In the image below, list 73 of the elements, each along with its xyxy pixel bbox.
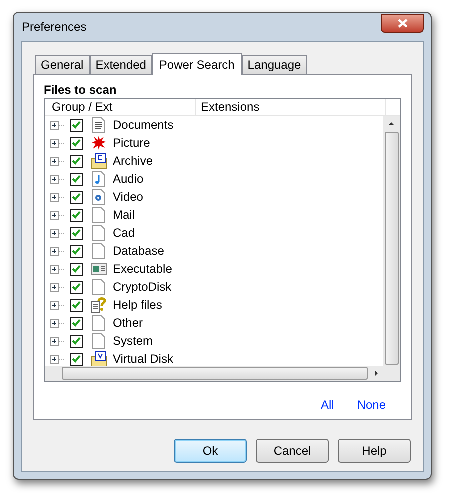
group-label: CryptoDisk <box>113 279 172 295</box>
scroll-thumb[interactable] <box>384 132 398 365</box>
splat-icon <box>91 135 107 151</box>
expand-icon[interactable] <box>50 300 64 310</box>
dialog-button[interactable]: Ok <box>174 439 247 463</box>
group-label: Picture <box>113 135 150 151</box>
blank-file-icon <box>92 225 106 241</box>
checkbox[interactable] <box>70 244 83 258</box>
group-label: Mail <box>113 207 136 223</box>
expand-icon[interactable] <box>50 246 64 256</box>
checkbox[interactable] <box>70 298 83 312</box>
link[interactable]: None <box>357 396 386 414</box>
folder-icon <box>91 153 107 169</box>
expand-icon[interactable] <box>50 120 64 130</box>
document-icon <box>92 117 106 133</box>
group-label: Other <box>113 315 144 331</box>
tab[interactable]: General <box>35 55 90 74</box>
expand-icon[interactable] <box>50 210 64 220</box>
dialog-button[interactable]: Help <box>338 439 411 463</box>
group-label: Cad <box>113 225 136 241</box>
expand-icon[interactable] <box>50 354 64 364</box>
column-header[interactable]: Extensions <box>196 99 386 115</box>
blank-file-icon <box>92 207 106 223</box>
tab[interactable]: Power Search <box>152 53 242 75</box>
music-file-icon <box>92 171 106 187</box>
expand-icon[interactable] <box>50 138 64 148</box>
blank-file-icon <box>92 243 106 259</box>
tab[interactable]: Language <box>242 55 308 74</box>
close-button[interactable] <box>381 14 424 32</box>
checkbox[interactable] <box>70 352 83 366</box>
tab[interactable]: Extended <box>90 55 152 74</box>
checkbox[interactable] <box>70 136 83 150</box>
expand-icon[interactable] <box>50 264 64 274</box>
checkbox[interactable] <box>70 208 83 222</box>
expand-icon[interactable] <box>50 192 64 202</box>
group-label: Executable <box>113 261 172 277</box>
section-title: Files to scan <box>44 82 118 98</box>
group-label: Video <box>113 189 144 205</box>
window-title: Preferences <box>21 19 87 36</box>
expand-icon[interactable] <box>50 174 64 184</box>
window-icon <box>91 262 107 276</box>
checkbox[interactable] <box>70 190 83 204</box>
column-header[interactable]: Group / Ext <box>45 99 196 115</box>
expand-icon[interactable] <box>50 318 64 328</box>
group-label: Database <box>113 243 164 259</box>
blank-file-icon <box>92 315 106 331</box>
blank-file-icon <box>92 279 106 295</box>
group-label: Virtual Disk <box>113 351 174 367</box>
dialog-button[interactable]: Cancel <box>256 439 329 463</box>
expand-icon[interactable] <box>50 228 64 238</box>
group-label: Archive <box>113 153 154 169</box>
expand-icon[interactable] <box>50 282 64 292</box>
checkbox[interactable] <box>70 262 83 276</box>
group-label: Help files <box>113 297 162 313</box>
link[interactable]: All <box>320 396 334 414</box>
blank-file-icon <box>92 333 106 349</box>
vertical-scrollbar[interactable] <box>383 116 400 366</box>
expand-icon[interactable] <box>50 156 64 166</box>
group-label: Documents <box>113 117 174 133</box>
checkbox[interactable] <box>70 280 83 294</box>
checkbox[interactable] <box>70 118 83 132</box>
checkbox[interactable] <box>70 154 83 168</box>
video-file-icon <box>92 189 106 205</box>
help-file-icon <box>91 297 107 313</box>
scroll-thumb[interactable] <box>62 367 368 380</box>
group-label: System <box>113 333 154 349</box>
group-label: Audio <box>113 171 144 187</box>
expand-icon[interactable] <box>50 336 64 346</box>
close-icon <box>398 18 408 28</box>
checkbox[interactable] <box>70 226 83 240</box>
checkbox[interactable] <box>70 334 83 348</box>
checkbox[interactable] <box>70 172 83 186</box>
checkbox[interactable] <box>70 316 83 330</box>
